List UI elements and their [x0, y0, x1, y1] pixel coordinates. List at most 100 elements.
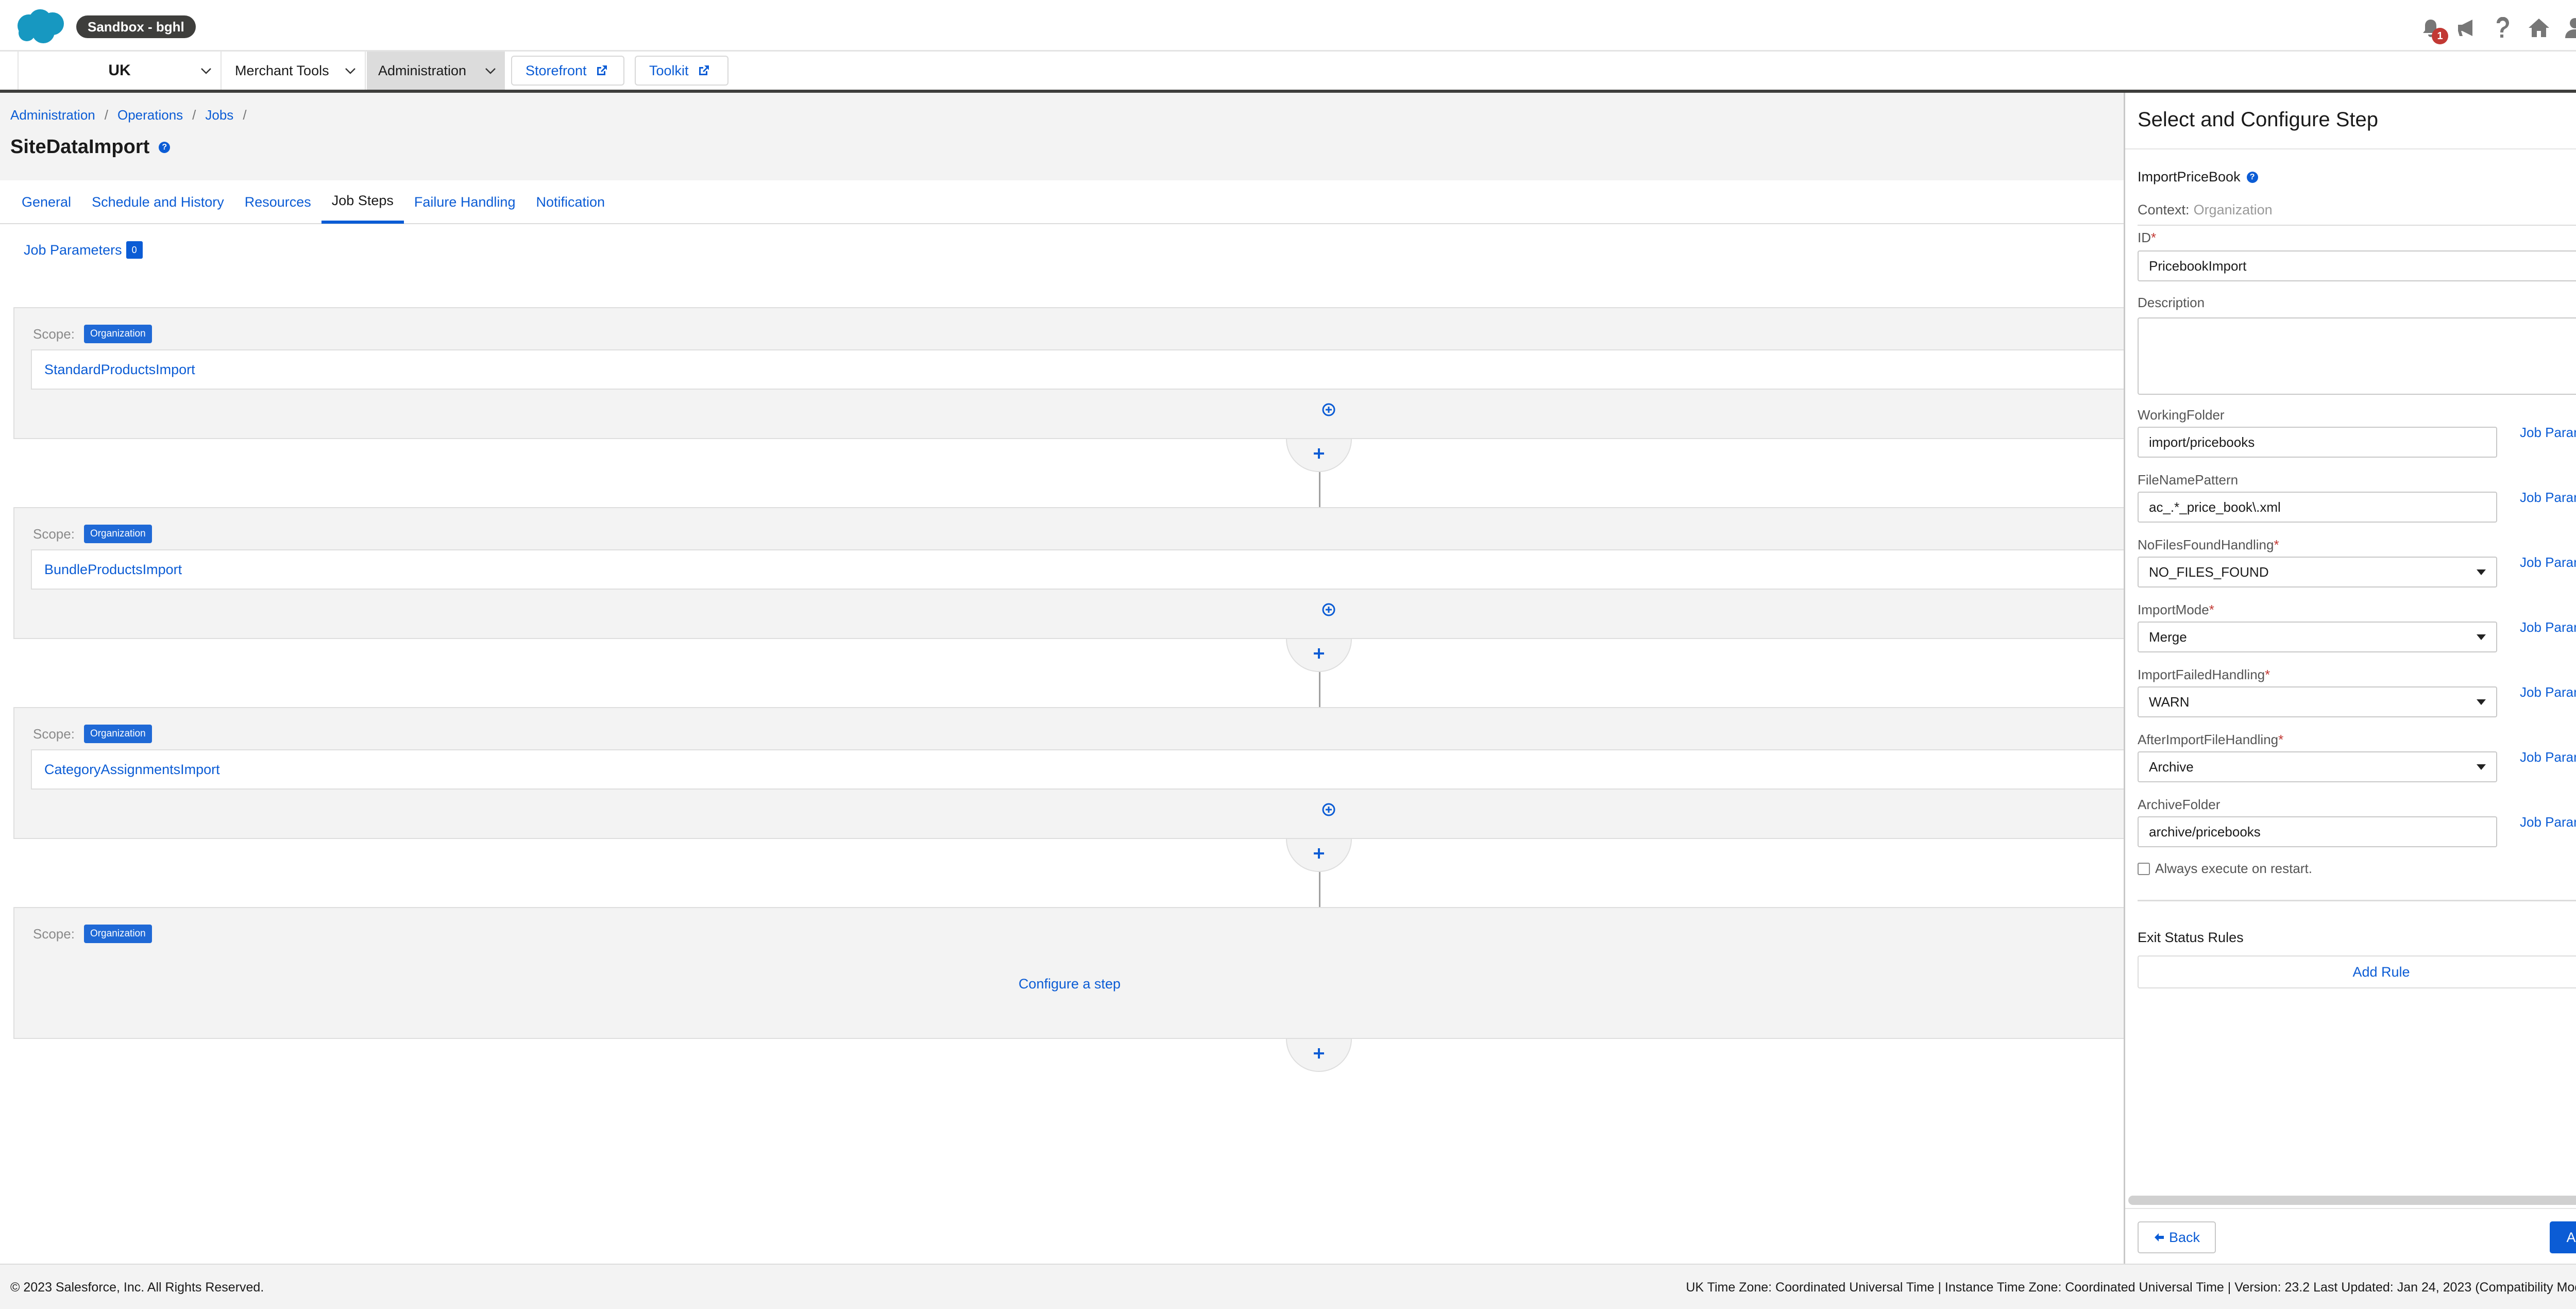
scope-badge: Organization — [83, 925, 152, 943]
id-input[interactable]: PricebookImport — [2138, 250, 2576, 281]
import-mode-label-row: ImportMode* — [2138, 602, 2214, 618]
archive-folder-input[interactable]: archive/pricebooks — [2138, 816, 2497, 847]
panel-title: Select and Configure Step — [2138, 108, 2378, 131]
description-textarea[interactable] — [2138, 317, 2576, 395]
file-name-pattern-job-parameters-link[interactable]: Job Parameters — [2520, 490, 2576, 506]
no-files-found-handling-label: NoFilesFoundHandling — [2138, 537, 2274, 552]
plus-icon — [1314, 448, 1324, 459]
home-icon[interactable] — [2527, 15, 2551, 40]
configure-step-link[interactable]: Configure a step — [14, 976, 2125, 992]
scope-label-row: Scope: Organization — [33, 325, 152, 343]
help-icon[interactable]: ? — [159, 141, 171, 153]
always-execute-checkbox[interactable] — [2138, 862, 2150, 875]
back-button[interactable]: Back — [2138, 1221, 2216, 1253]
help-icon[interactable]: ? — [2246, 171, 2258, 183]
instance-info-text: UK Time Zone: Coordinated Universal Time… — [1686, 1280, 2576, 1295]
add-step-button[interactable] — [1286, 439, 1352, 472]
help-icon[interactable] — [2490, 15, 2515, 40]
breadcrumb-jobs[interactable]: Jobs — [205, 107, 233, 123]
bell-icon[interactable]: 1 — [2418, 15, 2448, 44]
file-name-pattern-input[interactable]: ac_.*_price_book\.xml — [2138, 492, 2497, 523]
job-tabs: General Schedule and History Resources J… — [11, 180, 615, 227]
panel-divider — [2125, 148, 2576, 149]
nav-administration[interactable]: Administration — [367, 52, 505, 90]
step-connector — [1319, 872, 1320, 907]
scope-label: Scope: — [33, 926, 75, 942]
plus-icon — [1314, 848, 1324, 859]
tab-job-steps[interactable]: Job Steps — [321, 180, 404, 224]
scope-label-row: Scope: Organization — [33, 725, 152, 743]
horizontal-scrollbar[interactable] — [2128, 1196, 2576, 1205]
user-icon[interactable] — [2563, 15, 2576, 40]
working-folder-job-parameters-link[interactable]: Job Parameters — [2520, 425, 2576, 441]
import-mode-select[interactable]: Merge — [2138, 622, 2497, 652]
page-title-row: SiteDataImport ? — [10, 136, 171, 158]
nav-administration-label: Administration — [378, 62, 467, 78]
chevron-down-icon — [201, 68, 211, 74]
required-marker: * — [2265, 667, 2270, 682]
step-category-assignments-import[interactable]: CategoryAssignmentsImport — [31, 749, 2126, 790]
add-substep-icon[interactable] — [1322, 603, 1335, 616]
import-mode-job-parameters-link[interactable]: Job Parameters — [2520, 619, 2576, 635]
tab-schedule-and-history[interactable]: Schedule and History — [81, 180, 234, 224]
import-failed-handling-job-parameters-link[interactable]: Job Parameters — [2520, 684, 2576, 700]
context-row: Context: Organization — [2138, 202, 2273, 218]
step-bundle-products-import[interactable]: BundleProductsImport — [31, 549, 2126, 590]
exit-status-rules-heading: Exit Status Rules — [2138, 930, 2244, 945]
import-failed-handling-label-row: ImportFailedHandling* — [2138, 667, 2270, 683]
megaphone-icon[interactable] — [2454, 15, 2479, 40]
site-selector[interactable]: UK — [18, 52, 222, 90]
tab-notification[interactable]: Notification — [526, 180, 615, 224]
step-name: BundleProductsImport — [44, 561, 182, 577]
assign-button[interactable]: Assign — [2550, 1221, 2576, 1253]
no-files-found-handling-select[interactable]: NO_FILES_FOUND — [2138, 557, 2497, 588]
page-header: Administration / Operations / Jobs / Sit… — [0, 93, 2124, 180]
working-folder-value: import/pricebooks — [2149, 434, 2255, 450]
tab-failure-handling[interactable]: Failure Handling — [404, 180, 526, 224]
panel-footer-divider — [2125, 1208, 2576, 1209]
import-failed-handling-value: WARN — [2149, 694, 2190, 710]
step-scope-box-new: Scope: Organization Configure a step — [13, 907, 2126, 1039]
job-parameters-link[interactable]: Job Parameters 0 — [24, 241, 143, 259]
add-substep-icon[interactable] — [1322, 803, 1335, 816]
description-label: Description — [2138, 295, 2205, 310]
step-standard-products-import[interactable]: StandardProductsImport — [31, 349, 2126, 390]
sandbox-badge: Sandbox - bghl — [76, 15, 196, 38]
archive-folder-job-parameters-link[interactable]: Job Parameters — [2520, 814, 2576, 830]
required-marker: * — [2209, 602, 2214, 617]
tab-resources[interactable]: Resources — [234, 180, 321, 224]
working-folder-input[interactable]: import/pricebooks — [2138, 427, 2497, 458]
tab-general[interactable]: General — [11, 180, 81, 224]
breadcrumb-operations[interactable]: Operations — [117, 107, 183, 123]
assign-label: Assign — [2566, 1229, 2576, 1245]
caret-down-icon — [2477, 764, 2486, 770]
storefront-button[interactable]: Storefront — [511, 56, 624, 86]
add-rule-button[interactable]: Add Rule — [2138, 955, 2576, 988]
after-import-file-handling-label: AfterImportFileHandling — [2138, 732, 2279, 747]
chevron-down-icon — [485, 68, 496, 74]
chevron-down-icon — [345, 68, 355, 74]
step-connector — [1319, 672, 1320, 707]
caret-down-icon — [2477, 699, 2486, 705]
import-mode-value: Merge — [2149, 629, 2187, 645]
after-import-file-handling-select[interactable]: Archive — [2138, 751, 2497, 782]
scope-label-row: Scope: Organization — [33, 525, 152, 543]
caret-down-icon — [2477, 634, 2486, 640]
add-step-button[interactable] — [1286, 1039, 1352, 1072]
step-connector — [1319, 472, 1320, 507]
step-scope-box: Scope: Organization StandardProductsImpo… — [13, 307, 2126, 439]
breadcrumb-administration[interactable]: Administration — [10, 107, 95, 123]
after-import-file-handling-job-parameters-link[interactable]: Job Parameters — [2520, 749, 2576, 765]
no-files-found-handling-job-parameters-link[interactable]: Job Parameters — [2520, 555, 2576, 570]
working-folder-label: WorkingFolder — [2138, 407, 2225, 423]
nav-merchant-tools[interactable]: Merchant Tools — [223, 52, 366, 90]
section-divider — [2138, 900, 2576, 901]
toolkit-button[interactable]: Toolkit — [635, 56, 728, 86]
plus-icon — [1314, 648, 1324, 659]
add-step-button[interactable] — [1286, 839, 1352, 872]
add-step-button[interactable] — [1286, 639, 1352, 672]
context-divider — [2138, 225, 2576, 226]
add-substep-icon[interactable] — [1322, 403, 1335, 416]
import-failed-handling-select[interactable]: WARN — [2138, 686, 2497, 717]
salesforce-logo-icon[interactable] — [13, 7, 67, 45]
